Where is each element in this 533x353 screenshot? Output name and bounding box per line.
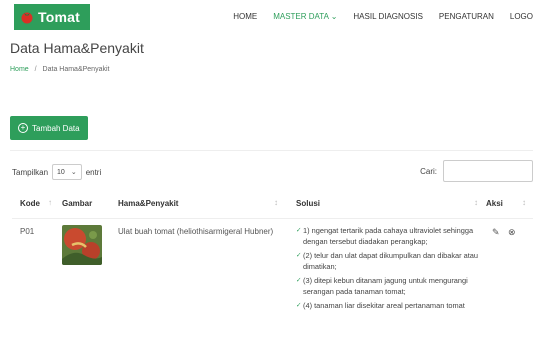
brand-name: Tomat <box>38 9 80 25</box>
add-data-label: Tambah Data <box>32 123 80 133</box>
cell-kode: P01 <box>20 227 35 236</box>
chevron-down-icon: ⌄ <box>70 169 77 176</box>
brand-logo[interactable]: Tomat <box>14 4 90 30</box>
page-length-value: 10 <box>57 168 65 176</box>
divider <box>10 150 533 151</box>
search-control: Cari: <box>420 160 533 182</box>
table-header: Kode ↑ Gambar Hama&Penyakit ↕ Solusi ↕ A… <box>12 193 533 219</box>
column-header-hama-penyakit[interactable]: Hama&Penyakit <box>118 199 178 208</box>
solusi-item: 1) ngengat tertarik pada cahaya ultravio… <box>296 225 496 247</box>
page-length-select[interactable]: 10 ⌄ <box>52 164 82 180</box>
main-nav: HOME MASTER DATA ⌄ HASIL DIAGNOSIS PENGA… <box>217 12 533 21</box>
solusi-item: (2) telur dan ulat dapat dikumpulkan dan… <box>296 250 496 272</box>
chevron-down-icon: ⌄ <box>330 12 338 21</box>
data-table: Kode ↑ Gambar Hama&Penyakit ↕ Solusi ↕ A… <box>12 193 533 311</box>
solusi-item: (4) tanaman liar disekitar areal pertana… <box>296 300 496 311</box>
tomato-fruitworm-photo <box>62 225 102 265</box>
breadcrumb-home-link[interactable]: Home <box>10 66 29 73</box>
length-suffix: entri <box>85 167 102 177</box>
page-title: Data Hama&Penyakit <box>10 40 144 56</box>
sort-icon[interactable]: ↕ <box>474 198 478 207</box>
search-label: Cari: <box>420 166 437 176</box>
column-header-aksi[interactable]: Aksi <box>486 199 503 208</box>
delete-icon[interactable]: ⊗ <box>508 227 516 238</box>
nav-pengaturan[interactable]: PENGATURAN <box>439 12 494 21</box>
add-data-button[interactable]: + Tambah Data <box>10 116 88 140</box>
column-header-gambar[interactable]: Gambar <box>62 199 92 208</box>
nav-hasil-diagnosis[interactable]: HASIL DIAGNOSIS <box>353 12 423 21</box>
nav-home[interactable]: HOME <box>233 12 257 21</box>
page-length-control: Tampilkan 10 ⌄ entri <box>12 164 101 180</box>
solusi-list: 1) ngengat tertarik pada cahaya ultravio… <box>296 225 496 314</box>
plus-circle-icon: + <box>18 123 28 133</box>
breadcrumb-separator: / <box>34 66 37 73</box>
sort-asc-icon[interactable]: ↑ <box>48 198 52 207</box>
breadcrumb-current: Data Hama&Penyakit <box>42 66 110 73</box>
top-navbar: Tomat HOME MASTER DATA ⌄ HASIL DIAGNOSIS… <box>0 0 533 34</box>
cell-hama-penyakit: Ulat buah tomat (heliothisarmigeral Hubn… <box>118 227 274 236</box>
column-header-kode[interactable]: Kode <box>20 199 40 208</box>
length-prefix: Tampilkan <box>12 167 49 177</box>
nav-master-data[interactable]: MASTER DATA ⌄ <box>273 12 337 21</box>
search-input[interactable] <box>443 160 533 182</box>
tomato-icon <box>20 10 34 24</box>
breadcrumb: Home / Data Hama&Penyakit <box>10 66 109 73</box>
nav-logout[interactable]: LOGO <box>510 12 533 21</box>
sort-icon[interactable]: ↕ <box>522 198 526 207</box>
column-header-solusi[interactable]: Solusi <box>296 199 320 208</box>
edit-icon[interactable]: ✎ <box>492 227 500 238</box>
sort-icon[interactable]: ↕ <box>274 198 278 207</box>
solusi-item: (3) ditepi kebun ditanam jagung untuk me… <box>296 275 496 297</box>
